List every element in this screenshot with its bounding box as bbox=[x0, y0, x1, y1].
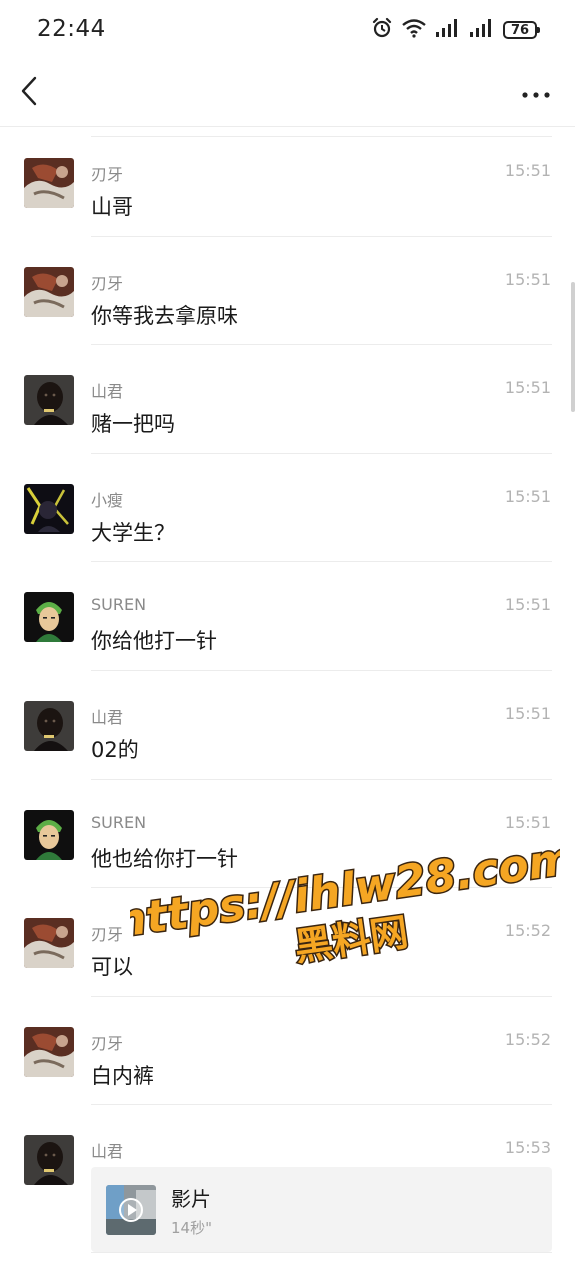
sender-name: SUREN bbox=[91, 812, 147, 832]
message-text: 你给他打一针 bbox=[91, 629, 217, 654]
more-button[interactable] bbox=[521, 78, 551, 108]
message-time: 15:51 bbox=[504, 486, 551, 506]
message-time: 15:53 bbox=[504, 1138, 551, 1158]
sender-name: 山君 bbox=[91, 382, 124, 402]
sender-name: 山君 bbox=[91, 707, 124, 727]
chevron-left-icon bbox=[20, 76, 38, 110]
message-list[interactable]: 刃牙 15:51 山哥 刃牙 15:51 你等我去拿原味 山君 15:51 赌一把吗 小瘦 15:5… bbox=[0, 128, 575, 1254]
message-text: 山哥 bbox=[91, 195, 133, 219]
message-text: 赌一把吗 bbox=[91, 412, 175, 437]
message-item[interactable]: 山君 15:51 赌一把吗 bbox=[0, 345, 575, 454]
chat-history-screen: 22:44 76 刃牙 15:51 山哥 刃牙 15:51 你等我去拿原味 山君… bbox=[0, 0, 575, 1280]
sender-name: 刃牙 bbox=[91, 165, 124, 184]
avatar[interactable] bbox=[24, 1026, 74, 1077]
message-item[interactable]: SUREN 15:51 你给他打一针 bbox=[0, 562, 575, 671]
message-item[interactable]: 山君 15:51 02的 bbox=[0, 671, 575, 780]
message-text: 02的 bbox=[91, 737, 139, 762]
avatar[interactable] bbox=[24, 809, 74, 860]
message-time: 15:52 bbox=[504, 921, 551, 941]
video-title: 影片 bbox=[171, 1187, 211, 1212]
sender-name: 小瘦 bbox=[91, 490, 124, 510]
message-text: 你等我去拿原味 bbox=[91, 303, 238, 328]
message-time: 15:51 bbox=[504, 269, 551, 289]
message-time: 15:51 bbox=[504, 812, 551, 832]
message-time: 15:51 bbox=[504, 595, 551, 615]
nav-bar bbox=[0, 60, 575, 127]
message-text: 大学生？ bbox=[91, 520, 175, 545]
message-item[interactable]: 刃牙 15:52 可以 bbox=[0, 888, 575, 997]
message-text: 可以 bbox=[91, 955, 133, 980]
message-item[interactable]: 刃牙 15:51 山哥 bbox=[0, 128, 575, 237]
video-message-item[interactable]: 山君 15:53 影片 14秒" bbox=[0, 1105, 575, 1254]
status-icons: 76 bbox=[371, 17, 540, 43]
battery-indicator: 76 bbox=[503, 21, 540, 39]
message-item[interactable]: 刃牙 15:51 你等我去拿原味 bbox=[0, 237, 575, 346]
scrollbar[interactable] bbox=[571, 282, 575, 412]
avatar[interactable] bbox=[24, 158, 74, 208]
signal-icon bbox=[435, 18, 461, 42]
message-item[interactable]: 刃牙 15:52 白内裤 bbox=[0, 997, 575, 1106]
more-dots-icon bbox=[521, 84, 551, 103]
signal-icon bbox=[469, 18, 495, 42]
message-text: 他也给你打一针 bbox=[91, 846, 238, 871]
video-card[interactable]: 影片 14秒" bbox=[91, 1167, 552, 1253]
sender-name: 刃牙 bbox=[91, 273, 124, 293]
wifi-icon bbox=[401, 17, 427, 43]
message-item[interactable]: SUREN 15:51 他也给你打一针 bbox=[0, 780, 575, 889]
message-text: 白内裤 bbox=[91, 1063, 154, 1088]
battery-level: 76 bbox=[510, 22, 530, 38]
sender-name: 刃牙 bbox=[91, 925, 124, 945]
avatar[interactable] bbox=[24, 592, 74, 643]
avatar[interactable] bbox=[24, 266, 74, 317]
video-duration: 14秒" bbox=[171, 1219, 212, 1238]
status-bar: 22:44 76 bbox=[0, 0, 575, 60]
avatar[interactable] bbox=[24, 375, 74, 426]
message-divider bbox=[91, 1252, 552, 1254]
avatar[interactable] bbox=[24, 918, 74, 969]
message-time: 15:52 bbox=[504, 1029, 551, 1049]
back-button[interactable] bbox=[14, 76, 44, 110]
message-time: 15:51 bbox=[504, 378, 551, 398]
message-time: 15:51 bbox=[504, 703, 551, 723]
message-time: 15:51 bbox=[504, 161, 551, 180]
alarm-icon bbox=[371, 17, 393, 43]
status-time: 22:44 bbox=[37, 16, 106, 42]
sender-name: 山君 bbox=[91, 1142, 124, 1162]
sender-name: 刃牙 bbox=[91, 1033, 124, 1053]
message-item[interactable]: 小瘦 15:51 大学生？ bbox=[0, 454, 575, 563]
avatar[interactable] bbox=[24, 483, 74, 534]
avatar[interactable] bbox=[24, 700, 74, 751]
video-thumbnail[interactable] bbox=[106, 1185, 156, 1236]
avatar[interactable] bbox=[24, 1135, 74, 1186]
sender-name: SUREN bbox=[91, 595, 147, 615]
